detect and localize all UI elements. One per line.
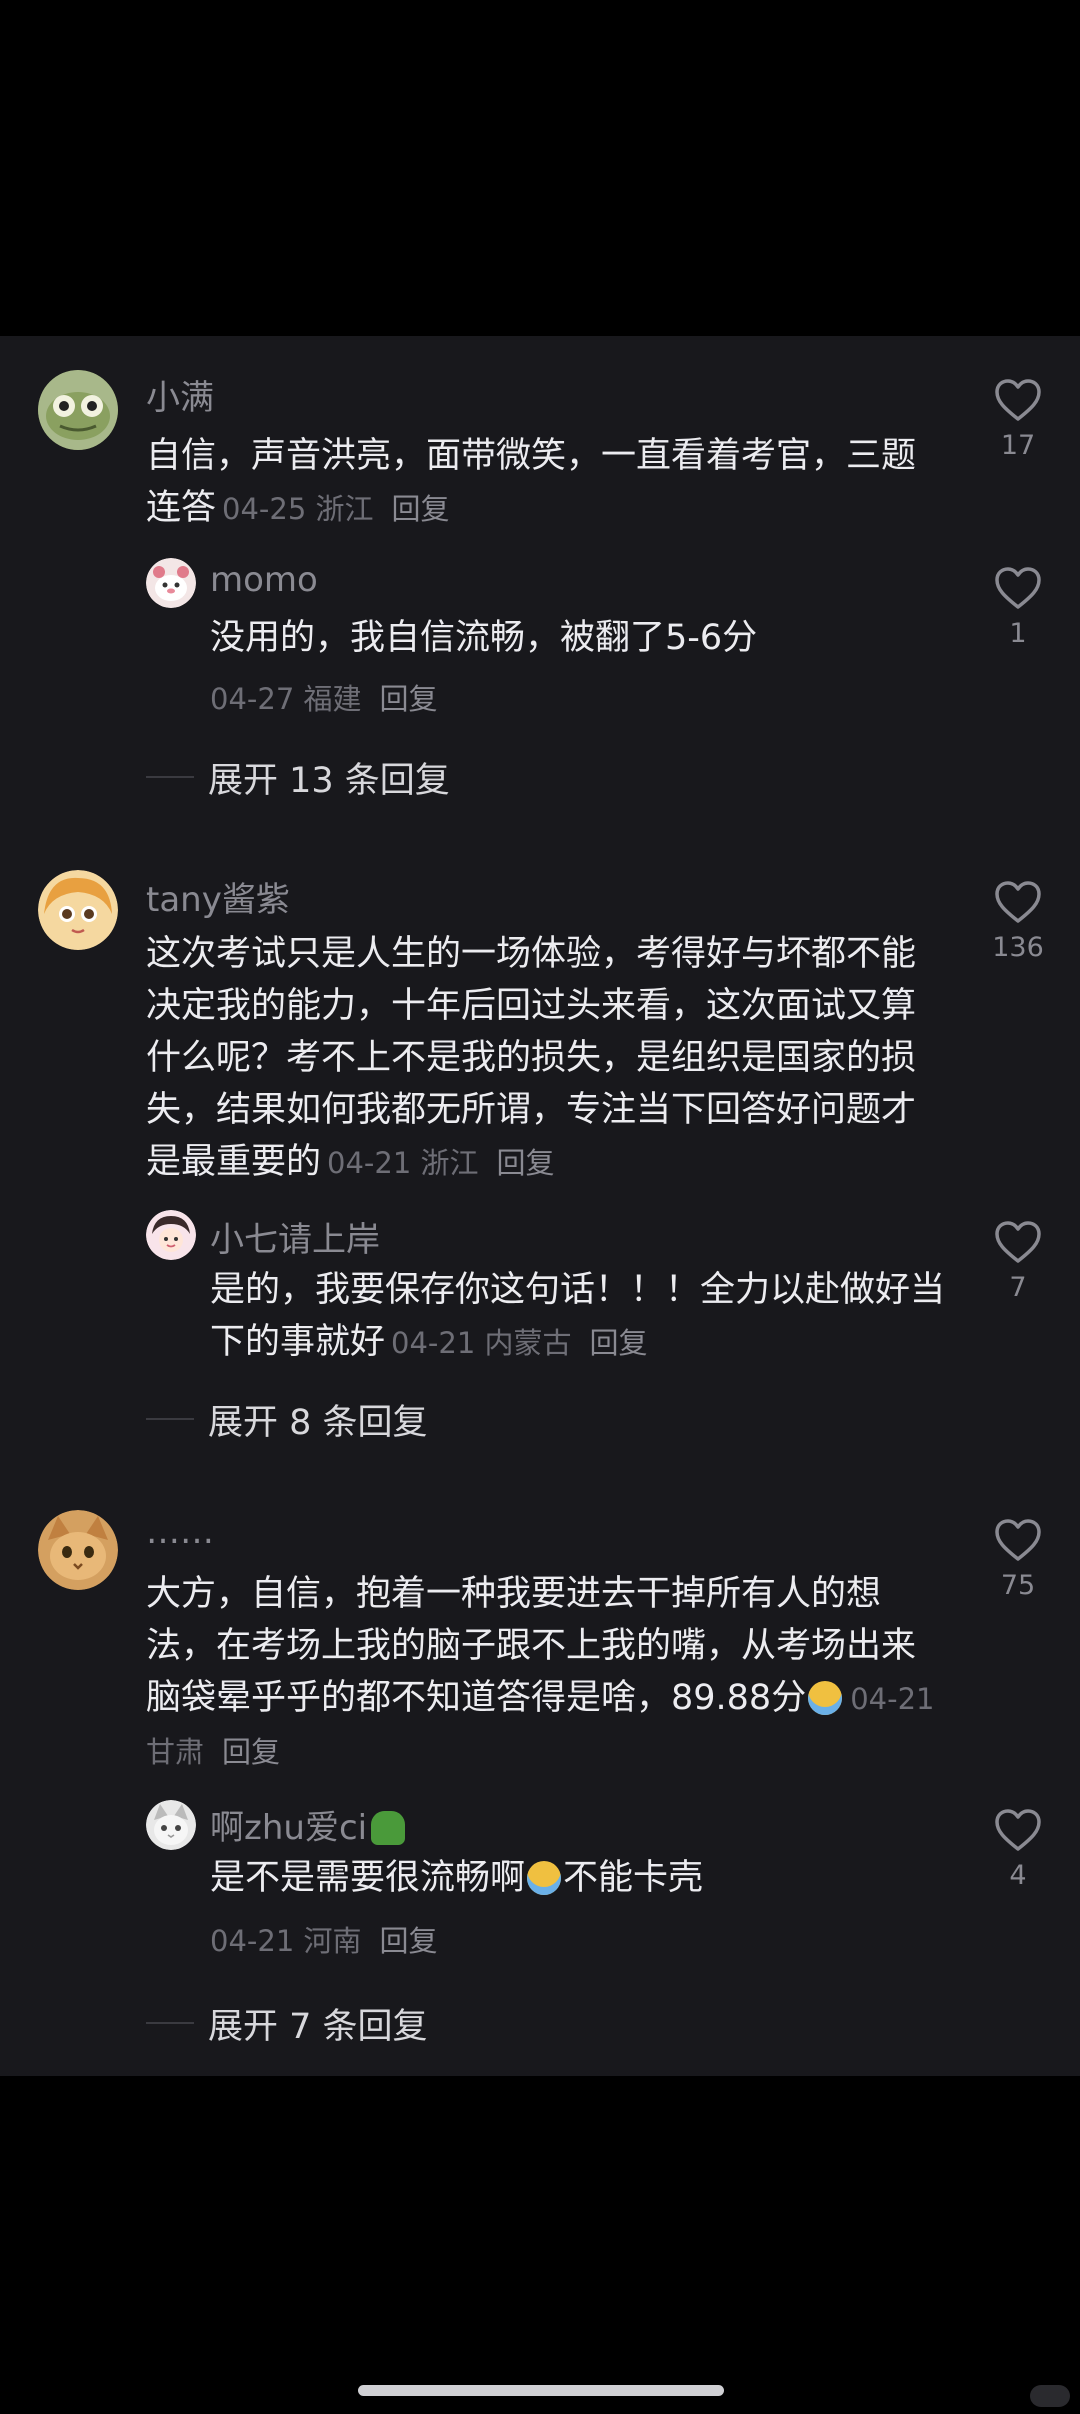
reply-button[interactable]: 回复 bbox=[380, 682, 438, 716]
crying-face-emoji bbox=[527, 1861, 562, 1895]
comment-date: 04-21 bbox=[850, 1682, 935, 1716]
comment-date: 04-21 bbox=[327, 1146, 412, 1180]
reply-button[interactable]: 回复 bbox=[590, 1326, 648, 1360]
heart-outline-icon bbox=[995, 379, 1041, 421]
like-count: 136 bbox=[992, 932, 1044, 963]
reply-text: 是不是需要很流畅啊 不能卡壳 bbox=[210, 1858, 704, 1898]
like-button[interactable]: 136 bbox=[988, 880, 1048, 963]
like-count: 4 bbox=[1009, 1860, 1027, 1891]
heart-outline-icon bbox=[995, 881, 1041, 923]
comment-location: 浙江 bbox=[315, 492, 374, 526]
comment-text: 自信，声音洪亮，面带微笑，一直看着考官，三题连答 04-25 浙江 回复 bbox=[146, 436, 917, 528]
reply-author[interactable]: 小七请上岸 bbox=[210, 1212, 380, 1261]
like-button[interactable]: 17 bbox=[988, 378, 1048, 461]
avatar[interactable] bbox=[146, 1800, 196, 1850]
like-button[interactable]: 1 bbox=[988, 566, 1048, 649]
comment-location: 甘肃 bbox=[146, 1735, 205, 1769]
reply-author[interactable]: momo bbox=[210, 560, 318, 600]
divider bbox=[146, 2022, 194, 2024]
reply-meta: 04-21 河南 回复 bbox=[210, 1924, 438, 1958]
comment-author[interactable]: 小满 bbox=[146, 370, 214, 419]
reply-button[interactable]: 回复 bbox=[392, 492, 450, 526]
crying-face-emoji bbox=[808, 1681, 843, 1715]
avatar[interactable] bbox=[146, 558, 196, 608]
comment-text: 这次考试只是人生的一场体验，考得好与坏都不能决定我的能力，十年后回过头来看，这次… bbox=[146, 934, 917, 1182]
reply-button[interactable]: 回复 bbox=[380, 1924, 438, 1958]
reply-text: 是的，我要保存你这句话！！！全力以赴做好当下的事就好 04-21 内蒙古 回复 bbox=[210, 1270, 946, 1362]
avatar[interactable] bbox=[38, 870, 118, 950]
comment-text: 大方，自信，抱着一种我要进去干掉所有人的想法，在考场上我的脑子跟不上我的嘴，从考… bbox=[146, 1574, 935, 1769]
like-button[interactable]: 4 bbox=[988, 1808, 1048, 1891]
comment-author[interactable]: tany酱紫 bbox=[146, 872, 290, 921]
comment-location: 浙江 bbox=[420, 1146, 479, 1180]
avatar[interactable] bbox=[38, 370, 118, 450]
like-button[interactable]: 75 bbox=[988, 1518, 1048, 1601]
like-count: 75 bbox=[1000, 1570, 1036, 1601]
reply-button[interactable]: 回复 bbox=[497, 1146, 555, 1180]
like-count: 17 bbox=[1000, 430, 1036, 461]
heart-outline-icon bbox=[995, 1519, 1041, 1561]
like-button[interactable]: 7 bbox=[988, 1220, 1048, 1303]
watermark-badge bbox=[1030, 2385, 1070, 2407]
expand-replies-button[interactable]: 展开 13 条回复 bbox=[208, 752, 450, 803]
expand-replies-button[interactable]: 展开 7 条回复 bbox=[208, 1998, 428, 2049]
divider bbox=[146, 776, 194, 778]
reply-button[interactable]: 回复 bbox=[222, 1735, 280, 1769]
home-indicator[interactable] bbox=[358, 2385, 724, 2396]
comment-author[interactable]: …… bbox=[146, 1512, 214, 1552]
comment-date: 04-25 bbox=[222, 492, 307, 526]
heart-outline-icon bbox=[995, 1809, 1041, 1851]
reply-author[interactable]: 啊zhu爱ci bbox=[210, 1800, 407, 1849]
avatar[interactable] bbox=[146, 1210, 196, 1260]
reply-meta: 04-27 福建 回复 bbox=[210, 682, 438, 716]
heart-outline-icon bbox=[995, 1221, 1041, 1263]
like-count: 1 bbox=[1009, 618, 1027, 649]
reply-text: 没用的，我自信流畅，被翻了5-6分 bbox=[210, 618, 758, 658]
divider bbox=[146, 1418, 194, 1420]
broccoli-emoji bbox=[371, 1811, 406, 1845]
avatar[interactable] bbox=[38, 1510, 118, 1590]
like-count: 7 bbox=[1009, 1272, 1027, 1303]
heart-outline-icon bbox=[995, 567, 1041, 609]
expand-replies-button[interactable]: 展开 8 条回复 bbox=[208, 1394, 428, 1445]
